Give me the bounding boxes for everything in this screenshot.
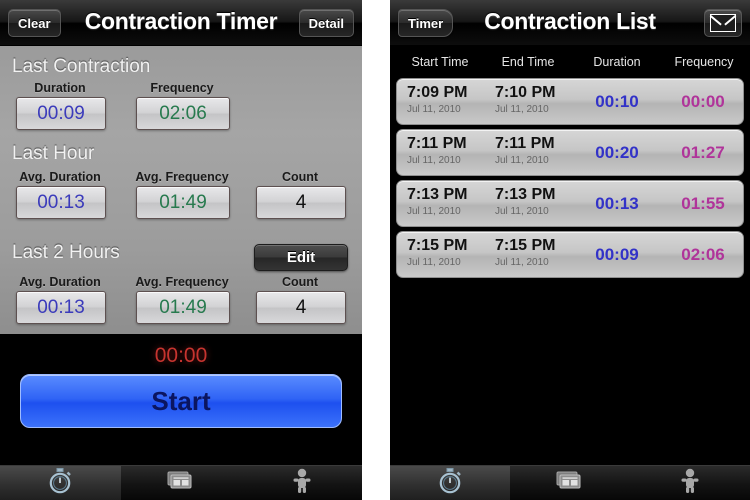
table-row[interactable]: 7:15 PM Jul 11, 2010 7:15 PM Jul 11, 201… — [396, 231, 744, 278]
tab-baby[interactable] — [241, 466, 362, 500]
cell-end-date: Jul 11, 2010 — [495, 206, 549, 217]
detail-button[interactable]: Detail — [298, 9, 354, 37]
value-hour-avg-duration: 00:13 — [16, 186, 106, 219]
tab-list[interactable] — [121, 466, 242, 500]
tab-timer[interactable] — [0, 466, 121, 500]
cell-end-time: 7:11 PM — [495, 135, 555, 152]
value-last-frequency: 02:06 — [136, 97, 230, 130]
section-heading-last-hour: Last Hour — [12, 143, 95, 164]
cell-duration: 00:09 — [595, 245, 639, 264]
email-button[interactable] — [704, 9, 742, 37]
cell-start-date: Jul 11, 2010 — [407, 104, 461, 115]
cell-frequency: 00:00 — [681, 92, 725, 111]
running-timer-display: 00:00 — [154, 344, 208, 367]
cell-frequency: 01:55 — [681, 194, 725, 213]
label-2h-count: Count — [281, 275, 319, 289]
label-hour-avg-duration: Avg. Duration — [19, 170, 101, 184]
cell-end-time: 7:15 PM — [495, 237, 556, 254]
label-hour-count: Count — [281, 170, 319, 184]
value-2h-avg-frequency: 01:49 — [136, 291, 230, 324]
cell-duration: 00:10 — [595, 92, 639, 111]
cell-duration: 00:20 — [595, 143, 639, 162]
cell-start-time: 7:13 PM — [407, 186, 468, 203]
tabbar — [390, 465, 750, 500]
table-row[interactable]: 7:13 PM Jul 11, 2010 7:13 PM Jul 11, 201… — [396, 180, 744, 227]
label-2h-avg-frequency: Avg. Frequency — [135, 275, 229, 289]
column-header-start-time: Start Time — [411, 55, 469, 69]
timer-control-panel: 00:00 Start — [0, 334, 362, 467]
cell-end-date: Jul 11, 2010 — [495, 104, 549, 115]
edit-button[interactable]: Edit — [254, 244, 348, 271]
stats-panel: Last Contraction Duration 00:09 Frequenc… — [0, 46, 362, 334]
cell-start-date: Jul 11, 2010 — [407, 155, 461, 166]
cell-frequency: 02:06 — [681, 245, 725, 264]
tabbar — [0, 465, 362, 500]
list-body: Start Time End Time Duration Frequency 7… — [390, 46, 750, 467]
value-text: 02:06 — [159, 102, 207, 124]
value-text: 01:49 — [159, 296, 207, 318]
value-hour-count: 4 — [256, 186, 346, 219]
label-2h-avg-duration: Avg. Duration — [19, 275, 101, 289]
label-last-frequency: Frequency — [150, 81, 214, 95]
page-title: Contraction List — [484, 8, 656, 34]
tab-baby[interactable] — [630, 466, 750, 500]
column-header-end-time: End Time — [501, 55, 555, 69]
table-row[interactable]: 7:09 PM Jul 11, 2010 7:10 PM Jul 11, 201… — [396, 78, 744, 125]
value-text: 00:09 — [37, 102, 85, 124]
cell-start-date: Jul 11, 2010 — [407, 257, 461, 268]
list-cards-icon — [167, 470, 195, 496]
tab-list[interactable] — [510, 466, 630, 500]
cell-start-time: 7:11 PM — [407, 135, 467, 152]
timer-screen: Clear Contraction Timer Detail Last Cont… — [0, 0, 362, 500]
cell-start-time: 7:09 PM — [407, 84, 468, 101]
value-text: 01:49 — [159, 191, 207, 213]
cell-frequency: 01:27 — [681, 143, 725, 162]
contraction-rows: 7:09 PM Jul 11, 2010 7:10 PM Jul 11, 201… — [390, 78, 750, 278]
value-text: 4 — [295, 296, 307, 318]
cell-end-time: 7:10 PM — [495, 84, 556, 101]
timer-navbar: Clear Contraction Timer Detail — [0, 0, 362, 46]
value-text: 00:13 — [37, 191, 85, 213]
stopwatch-icon — [48, 467, 72, 499]
value-2h-avg-duration: 00:13 — [16, 291, 106, 324]
list-navbar: Timer Contraction List — [390, 0, 750, 46]
column-header-frequency: Frequency — [674, 55, 734, 69]
column-header-duration: Duration — [593, 55, 641, 69]
cell-end-date: Jul 11, 2010 — [495, 155, 549, 166]
list-cards-icon — [556, 470, 584, 496]
value-hour-avg-frequency: 01:49 — [136, 186, 230, 219]
table-row[interactable]: 7:11 PM Jul 11, 2010 7:11 PM Jul 11, 201… — [396, 129, 744, 176]
label-hour-avg-frequency: Avg. Frequency — [135, 170, 229, 184]
baby-icon — [679, 468, 701, 499]
cell-end-time: 7:13 PM — [495, 186, 556, 203]
value-text: 4 — [295, 191, 307, 213]
baby-icon — [291, 468, 313, 499]
value-2h-count: 4 — [256, 291, 346, 324]
label-last-duration: Duration — [34, 81, 86, 95]
cell-start-time: 7:15 PM — [407, 237, 468, 254]
section-heading-last-contraction: Last Contraction — [12, 56, 151, 77]
value-last-duration: 00:09 — [16, 97, 106, 130]
column-headers: Start Time End Time Duration Frequency — [390, 46, 750, 78]
start-button[interactable]: Start — [20, 374, 342, 428]
section-heading-last-2-hours: Last 2 Hours — [12, 242, 120, 263]
tab-timer[interactable] — [390, 466, 510, 500]
cell-end-date: Jul 11, 2010 — [495, 257, 549, 268]
contraction-list-screen: Timer Contraction List Start Time End Ti… — [390, 0, 750, 500]
value-text: 00:13 — [37, 296, 85, 318]
cell-duration: 00:13 — [595, 194, 639, 213]
envelope-icon — [710, 14, 736, 32]
stopwatch-icon — [438, 467, 462, 499]
cell-start-date: Jul 11, 2010 — [407, 206, 461, 217]
